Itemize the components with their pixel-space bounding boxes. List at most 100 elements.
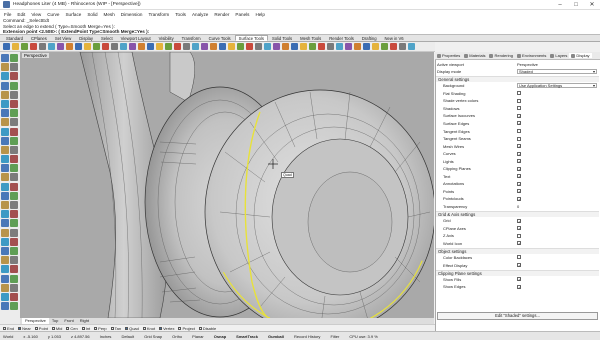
- setting-checkbox[interactable]: [517, 129, 521, 133]
- left-tool-icon[interactable]: [10, 237, 18, 246]
- setting-checkbox[interactable]: ✓: [517, 113, 521, 118]
- osnap-cen[interactable]: Cen: [66, 326, 78, 331]
- toolbar-tool-icon[interactable]: [84, 43, 91, 50]
- osnap-knot[interactable]: Knot: [142, 326, 155, 331]
- toolbar-tool-icon[interactable]: [66, 43, 73, 50]
- setting-dropdown[interactable]: Shaded: [517, 69, 597, 75]
- left-tool-icon[interactable]: [1, 127, 9, 136]
- left-tool-icon[interactable]: [10, 274, 18, 283]
- toolbar-tab-surface-tools[interactable]: Surface Tools: [234, 35, 268, 41]
- toolbar-tool-icon[interactable]: [408, 43, 415, 50]
- osnap-checkbox[interactable]: [51, 326, 55, 330]
- osnap-checkbox[interactable]: [178, 326, 182, 330]
- toolbar-tool-icon[interactable]: [57, 43, 64, 50]
- status-smarttrack[interactable]: SmartTrack: [236, 334, 258, 339]
- left-tool-icon[interactable]: [10, 99, 18, 108]
- left-tool-icon[interactable]: [10, 72, 18, 81]
- panel-tab-properties[interactable]: Properties: [435, 53, 462, 58]
- left-tool-icon[interactable]: [10, 219, 18, 228]
- toolbar-tool-icon[interactable]: [381, 43, 388, 50]
- osnap-checkbox[interactable]: [110, 326, 114, 330]
- menu-edit[interactable]: Edit: [17, 12, 25, 17]
- osnap-point[interactable]: Point: [34, 326, 48, 331]
- menu-file[interactable]: File: [4, 12, 11, 17]
- left-tool-icon[interactable]: [10, 155, 18, 164]
- status-layer[interactable]: Default: [121, 334, 134, 339]
- osnap-mid[interactable]: Mid: [51, 326, 62, 331]
- menu-mesh[interactable]: Mesh: [104, 12, 115, 17]
- setting-checkbox[interactable]: ✓: [517, 159, 521, 164]
- edit-shaded-settings-button[interactable]: Edit "Shaded" settings...: [437, 312, 598, 320]
- setting-checkbox[interactable]: ✓: [517, 151, 521, 156]
- osnap-checkbox[interactable]: [34, 326, 38, 330]
- toolbar-tool-icon[interactable]: [318, 43, 325, 50]
- left-tool-icon[interactable]: [1, 191, 9, 200]
- toolbar-tool-icon[interactable]: [399, 43, 406, 50]
- toolbar-tool-icon[interactable]: [39, 43, 46, 50]
- setting-checkbox[interactable]: [517, 255, 521, 260]
- left-tool-icon[interactable]: [10, 81, 18, 90]
- toolbar-tab-standard[interactable]: Standard: [2, 35, 27, 41]
- command-history[interactable]: Command: _SelectEdt Select an edge to ex…: [0, 18, 600, 35]
- setting-checkbox[interactable]: ✓: [517, 174, 521, 179]
- setting-checkbox[interactable]: ✓: [517, 166, 521, 171]
- toolbar-tab-select[interactable]: Select: [97, 35, 117, 41]
- left-tool-icon[interactable]: [10, 118, 18, 127]
- left-tool-icon[interactable]: [1, 72, 9, 81]
- section-general-settings[interactable]: General settings: [436, 76, 599, 83]
- setting-checkbox[interactable]: [517, 91, 521, 96]
- setting-checkbox[interactable]: ✓: [517, 144, 521, 149]
- osnap-disable[interactable]: Disable: [198, 326, 216, 331]
- left-tool-icon[interactable]: [10, 182, 18, 191]
- left-tool-icon[interactable]: [10, 283, 18, 292]
- left-tool-icon[interactable]: [1, 219, 9, 228]
- toolbar-tab-drafting[interactable]: Drafting: [358, 35, 381, 41]
- toolbar-tool-icon[interactable]: [273, 43, 280, 50]
- osnap-checkbox[interactable]: [18, 326, 22, 330]
- toolbar-tool-icon[interactable]: [228, 43, 235, 50]
- left-tool-icon[interactable]: [10, 210, 18, 219]
- toolbar-tool-icon[interactable]: [300, 43, 307, 50]
- left-tool-icon[interactable]: [10, 292, 18, 301]
- toolbar-tool-icon[interactable]: [12, 43, 19, 50]
- menu-transform[interactable]: Transform: [148, 12, 169, 17]
- toolbar-tab-solid-tools[interactable]: Solid Tools: [268, 35, 296, 41]
- toolbar-tab-curve-tools[interactable]: Curve Tools: [205, 35, 235, 41]
- setting-checkbox[interactable]: ✓: [517, 226, 521, 231]
- menu-curve[interactable]: Curve: [47, 12, 59, 17]
- osnap-near[interactable]: Near: [18, 326, 31, 331]
- left-tool-icon[interactable]: [10, 265, 18, 274]
- left-tool-icon[interactable]: [10, 90, 18, 99]
- setting-checkbox[interactable]: ✓: [517, 218, 521, 223]
- toolbar-tab-visibility[interactable]: Visibility: [155, 35, 178, 41]
- setting-checkbox[interactable]: [517, 136, 521, 141]
- osnap-checkbox[interactable]: [142, 326, 146, 330]
- close-button[interactable]: ✕: [584, 0, 600, 10]
- setting-checkbox[interactable]: ✓: [517, 181, 521, 186]
- left-tool-icon[interactable]: [10, 109, 18, 118]
- left-tool-icon[interactable]: [10, 63, 18, 72]
- osnap-checkbox[interactable]: [198, 326, 202, 330]
- left-tool-icon[interactable]: [1, 246, 9, 255]
- toolbar-tool-icon[interactable]: [282, 43, 289, 50]
- panel-tab-rendering[interactable]: Rendering: [487, 53, 514, 58]
- left-tool-icon[interactable]: [1, 274, 9, 283]
- toolbar-tab-viewport-layout[interactable]: Viewport Layout: [117, 35, 155, 41]
- setting-checkbox[interactable]: [517, 106, 521, 111]
- left-tool-icon[interactable]: [10, 136, 18, 145]
- left-tool-icon[interactable]: [1, 164, 9, 173]
- status-gumball[interactable]: Gumball: [268, 334, 284, 339]
- osnap-checkbox[interactable]: [159, 326, 163, 330]
- toolbar-tab-display[interactable]: Display: [75, 35, 97, 41]
- toolbar-tool-icon[interactable]: [327, 43, 334, 50]
- left-tool-icon[interactable]: [1, 118, 9, 127]
- left-tool-icon[interactable]: [1, 228, 9, 237]
- status-ortho[interactable]: Ortho: [172, 334, 182, 339]
- left-tool-icon[interactable]: [10, 145, 18, 154]
- panel-tab-materials[interactable]: Materials: [462, 53, 487, 58]
- left-tool-icon[interactable]: [1, 63, 9, 72]
- status-record-history[interactable]: Record History: [294, 334, 320, 339]
- toolbar-tool-icon[interactable]: [363, 43, 370, 50]
- setting-checkbox[interactable]: ✓: [517, 263, 521, 268]
- left-tool-icon[interactable]: [10, 191, 18, 200]
